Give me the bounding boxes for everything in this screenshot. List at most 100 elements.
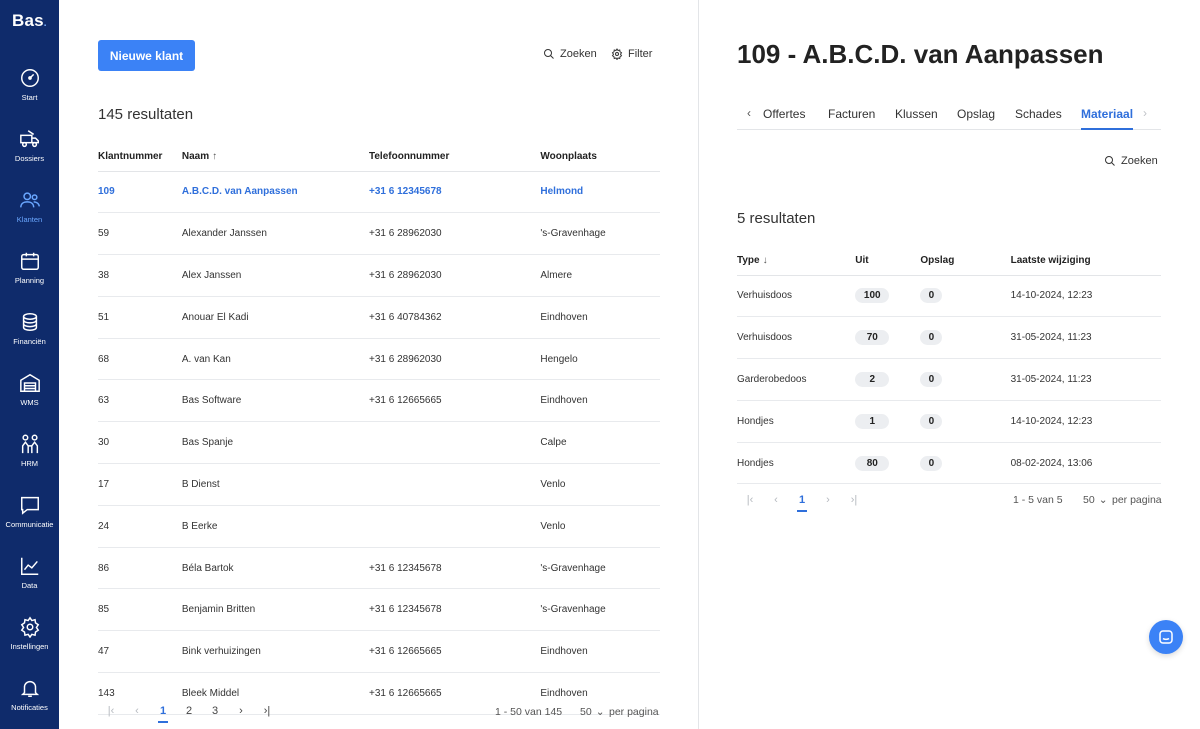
table-row[interactable]: 63 Bas Software +31 6 12665665 Eindhoven <box>98 379 660 423</box>
sidebar-item-label: Start <box>21 93 38 102</box>
sidebar-item-communicatie[interactable]: Communicatie <box>0 494 59 554</box>
sidebar-item-notificaties[interactable]: Notificaties <box>0 677 59 729</box>
cell-klantnummer: 86 <box>98 547 182 590</box>
tabs-scroll-left-icon[interactable]: ‹ <box>747 106 751 120</box>
new-customer-button[interactable]: Nieuwe klant <box>98 40 195 71</box>
sidebar-item-label: Dossiers <box>14 154 45 163</box>
sidebar-item-klanten[interactable]: Klanten <box>0 189 59 249</box>
cell-telefoonnummer: +31 6 28962030 <box>369 254 541 297</box>
users-icon <box>19 192 40 208</box>
column-header-laatste-wijziging[interactable]: Laatste wijziging <box>1010 247 1161 276</box>
cell-naam: Béla Bartok <box>181 547 369 590</box>
table-row[interactable]: 85 Benjamin Britten +31 6 12345678's-Grave… <box>98 588 660 632</box>
table-row[interactable]: 86 Béla Bartok +31 6 12345678's-Gravenhage <box>98 547 660 590</box>
search-button[interactable]: Zoeken <box>543 48 597 60</box>
page-button[interactable]: 1 <box>150 705 176 723</box>
first-page-icon[interactable]: |‹ <box>98 705 124 717</box>
table-row[interactable]: 17 B Dienst Venlo <box>98 463 660 506</box>
cell-naam: A.B.C.D. van Aanpassen <box>181 171 369 214</box>
cell-laatste-wijziging: 31-05-2024, 11:23 <box>1010 358 1161 401</box>
prev-page-icon[interactable]: ‹ <box>124 705 150 717</box>
cell-uit: 100 <box>855 275 921 318</box>
table-row[interactable]: 38 Alex Janssen +31 6 28962030 Almere <box>98 254 660 297</box>
tab-materiaal[interactable]: Materiaal <box>1081 107 1134 130</box>
table-row[interactable]: 68 A. van Kan +31 6 28962030 Hengelo <box>98 338 660 381</box>
sidebar-item-planning[interactable]: Planning <box>0 250 59 310</box>
cell-opslag: 0 <box>920 316 1011 360</box>
cell-klantnummer: 59 <box>98 212 182 256</box>
column-header-opslag[interactable]: Opslag <box>920 247 1011 276</box>
table-row[interactable]: Hondjes 1 0 14-10-2024, 12:23 <box>737 400 1161 443</box>
sort-ascending-icon: ↑ <box>212 151 218 163</box>
filter-button[interactable]: Filter <box>611 48 652 60</box>
first-page-icon[interactable]: |‹ <box>737 494 763 506</box>
chevron-down-icon: ⌄ <box>1098 494 1108 506</box>
cell-klantnummer: 30 <box>98 421 182 465</box>
cell-klantnummer: 38 <box>98 254 182 297</box>
page-button[interactable]: 2 <box>176 705 202 717</box>
cell-woonplaats: Helmond <box>540 171 660 214</box>
last-page-icon[interactable]: ›| <box>254 705 280 717</box>
column-header-klantnummer[interactable]: Klantnummer <box>98 143 182 172</box>
cell-telefoonnummer: +31 6 12345678 <box>369 588 541 632</box>
chat-button[interactable] <box>1149 620 1183 654</box>
sidebar-item-dossiers[interactable]: Dossiers <box>0 128 59 188</box>
column-header-naam[interactable]: Naam ↑ <box>181 143 369 172</box>
table-row[interactable]: 109 A.B.C.D. van Aanpassen +31 6 12345678 H… <box>98 171 660 214</box>
detail-tabs: ‹ Offertes Facturen Klussen Opslag Schad… <box>737 98 1161 130</box>
per-page-select[interactable]: 50 ⌄ <box>580 706 605 718</box>
table-row[interactable]: 30 Bas Spanje Calpe <box>98 421 660 465</box>
next-page-icon[interactable]: › <box>228 705 254 717</box>
cell-woonplaats: Calpe <box>540 421 660 465</box>
table-row[interactable]: Verhuisdoos 100 0 14-10-2024, 12:23 <box>737 275 1161 318</box>
tabs-scroll-right-icon[interactable]: › <box>1143 106 1147 120</box>
cell-woonplaats: Eindhoven <box>540 379 660 423</box>
calendar-icon <box>20 252 39 270</box>
cell-type: Verhuisdoos <box>737 275 856 318</box>
cell-opslag: 0 <box>920 275 1011 318</box>
table-row[interactable]: 47 Bink verhuizingen +31 6 12665665 Eindhov… <box>98 630 660 674</box>
page-button[interactable]: 3 <box>202 705 228 717</box>
sidebar-item-wms[interactable]: WMS <box>0 372 59 432</box>
table-row[interactable]: 24 B Eerke Venlo <box>98 505 660 548</box>
cell-klantnummer: 24 <box>98 505 182 548</box>
column-header-uit[interactable]: Uit <box>855 247 921 276</box>
sidebar-item-financien[interactable]: Financiën <box>0 311 59 371</box>
sidebar-item-label: Instellingen <box>10 642 49 651</box>
customer-list-panel: Nieuwe klant Zoeken Filter 145 resultate… <box>59 0 699 729</box>
cell-klantnummer: 109 <box>98 171 182 214</box>
table-row[interactable]: 51 Anouar El Kadi +31 6 40784362 Eindhoven <box>98 296 660 339</box>
prev-page-icon[interactable]: ‹ <box>763 494 789 506</box>
cell-telefoonnummer: +31 6 12345678 <box>369 171 541 214</box>
table-row[interactable]: Garderobedoos 2 0 31-05-2024, 11:23 <box>737 358 1161 401</box>
next-page-icon[interactable]: › <box>815 494 841 506</box>
sidebar-item-hrm[interactable]: HRM <box>0 433 59 493</box>
tab-opslag[interactable]: Opslag <box>957 107 995 121</box>
column-header-woonplaats[interactable]: Woonplaats <box>540 143 660 172</box>
cell-opslag: 0 <box>920 358 1011 401</box>
tab-facturen[interactable]: Facturen <box>828 107 875 121</box>
per-page-value: 50 <box>580 706 592 718</box>
sidebar-item-start[interactable]: Start <box>0 67 59 127</box>
detail-search-button[interactable]: Zoeken <box>1104 155 1158 167</box>
search-icon <box>1105 156 1115 166</box>
table-row[interactable]: 59 Alexander Janssen +31 6 28962030's-Grav… <box>98 212 660 256</box>
table-row[interactable]: Verhuisdoos 70 0 31-05-2024, 11:23 <box>737 316 1161 360</box>
page-button[interactable]: 1 <box>789 494 815 512</box>
last-page-icon[interactable]: ›| <box>841 494 867 506</box>
logo[interactable]: Bas. <box>12 11 47 31</box>
sidebar-item-instellingen[interactable]: Instellingen <box>0 616 59 676</box>
cell-woonplaats: Eindhoven <box>540 296 660 339</box>
table-row[interactable]: Hondjes 80 0 08-02-2024, 13:06 <box>737 442 1161 485</box>
cell-klantnummer: 51 <box>98 296 182 339</box>
tab-schades[interactable]: Schades <box>1015 107 1062 121</box>
cell-opslag: 0 <box>920 400 1011 443</box>
per-page-select[interactable]: 50 ⌄ <box>1083 494 1108 506</box>
sidebar-item-data[interactable]: Data <box>0 555 59 615</box>
detail-pagination: |‹ ‹ 1 › ›| <box>737 494 867 512</box>
column-header-telefoonnummer[interactable]: Telefoonnummer <box>369 143 541 172</box>
sidebar-item-label: Financiën <box>13 337 46 346</box>
tab-offertes[interactable]: Offertes <box>763 107 805 121</box>
column-header-type[interactable]: Type ↓ <box>737 247 856 276</box>
tab-klussen[interactable]: Klussen <box>895 107 938 121</box>
